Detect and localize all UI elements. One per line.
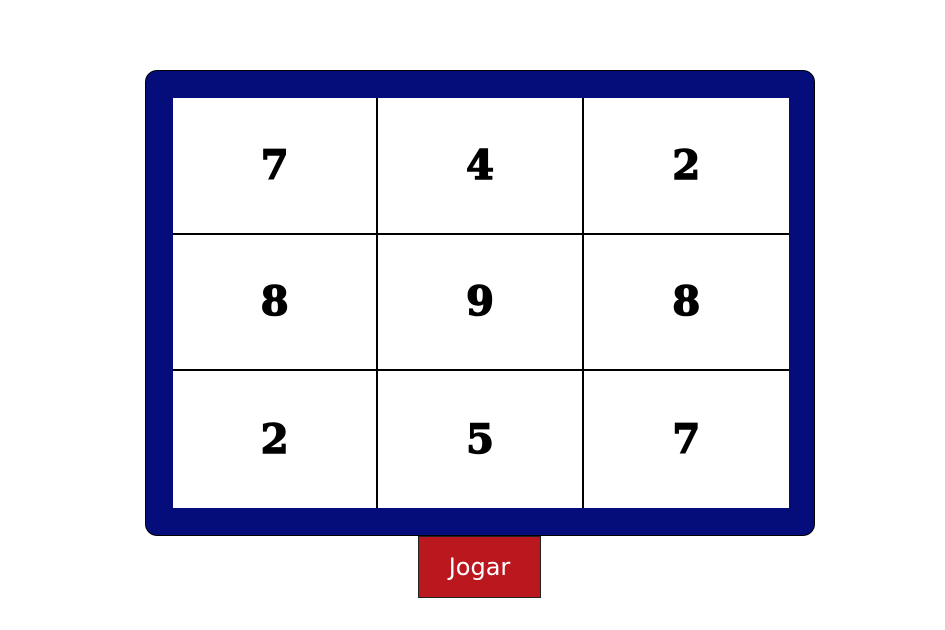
- grid-cell-7[interactable]: 2: [173, 371, 379, 508]
- game-board: 7 4 2 8 9 8 2 5 7: [145, 70, 815, 536]
- grid-cell-5[interactable]: 9: [378, 234, 584, 372]
- grid-cell-1[interactable]: 7: [173, 98, 379, 235]
- grid-cell-4[interactable]: 8: [173, 234, 379, 372]
- grid-cell-3[interactable]: 2: [583, 98, 789, 235]
- grid-cell-8[interactable]: 5: [378, 371, 584, 508]
- grid-cell-2[interactable]: 4: [378, 98, 584, 235]
- number-grid: 7 4 2 8 9 8 2 5 7: [173, 98, 789, 508]
- play-button[interactable]: Jogar: [418, 536, 541, 598]
- grid-cell-9[interactable]: 7: [584, 371, 789, 508]
- grid-cell-6[interactable]: 8: [583, 235, 789, 372]
